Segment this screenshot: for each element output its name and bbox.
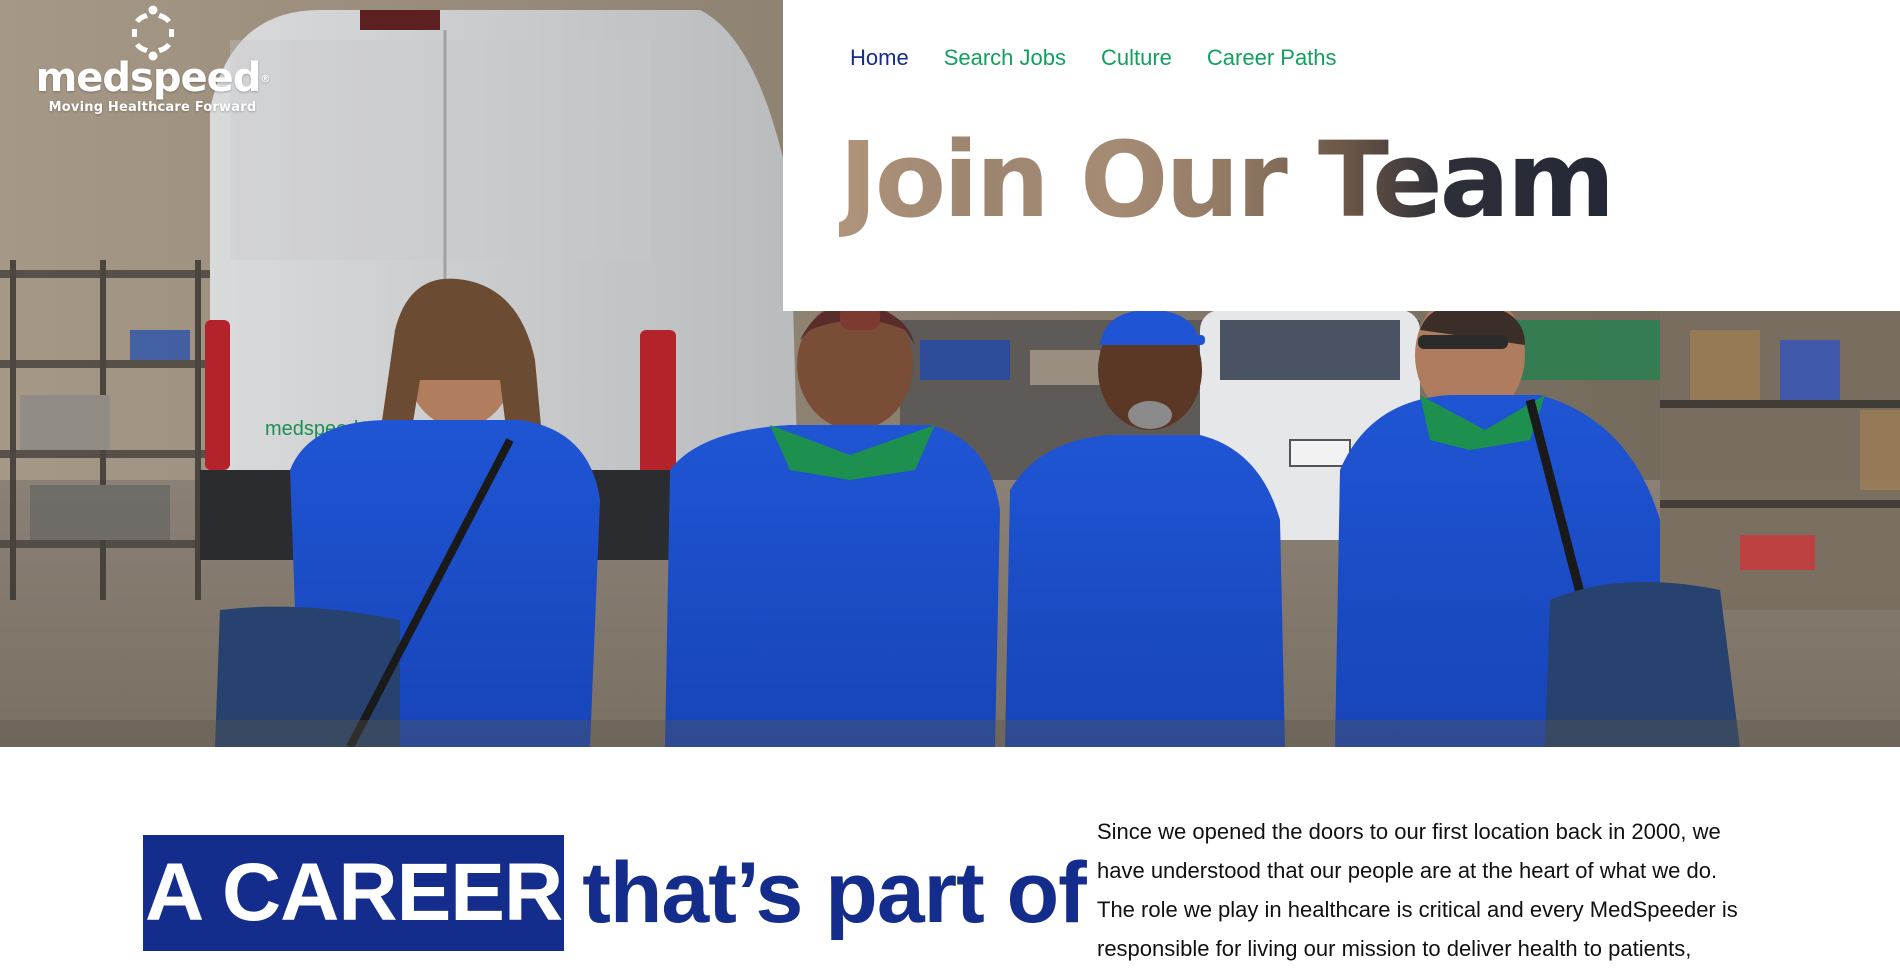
registered-mark: ® [260, 74, 270, 85]
nav-link-career-paths[interactable]: Career Paths [1207, 44, 1337, 72]
brand-logo[interactable]: medspeed® Moving Healthcare Forward [30, 4, 275, 116]
hero-section: medspeed medspeed® Moving Healthcare For… [0, 0, 1900, 747]
intro-heading-highlight: A CAREER [143, 835, 565, 951]
nav-link-search-jobs[interactable]: Search Jobs [944, 44, 1066, 72]
nav-link-home[interactable]: Home [850, 44, 909, 72]
intro-paragraph: Since we opened the doors to our first l… [1097, 819, 1738, 961]
brand-tagline: Moving Healthcare Forward [48, 100, 257, 115]
brand-wordmark: medspeed® [35, 55, 271, 101]
logo-ring-icon [131, 5, 174, 61]
hero-title: Join Our Team [839, 119, 1615, 241]
intro-heading: A CAREER that’s part of [143, 835, 1087, 951]
intro-heading-rest: that’s part of [582, 845, 1087, 941]
nav-link-culture[interactable]: Culture [1101, 44, 1172, 72]
intro-section: A CAREER that’s part of Since we opened … [0, 747, 1900, 961]
main-nav: Home Search Jobs Culture Career Paths [850, 44, 1337, 72]
header-card: Home Search Jobs Culture Career Paths Jo… [783, 0, 1900, 311]
